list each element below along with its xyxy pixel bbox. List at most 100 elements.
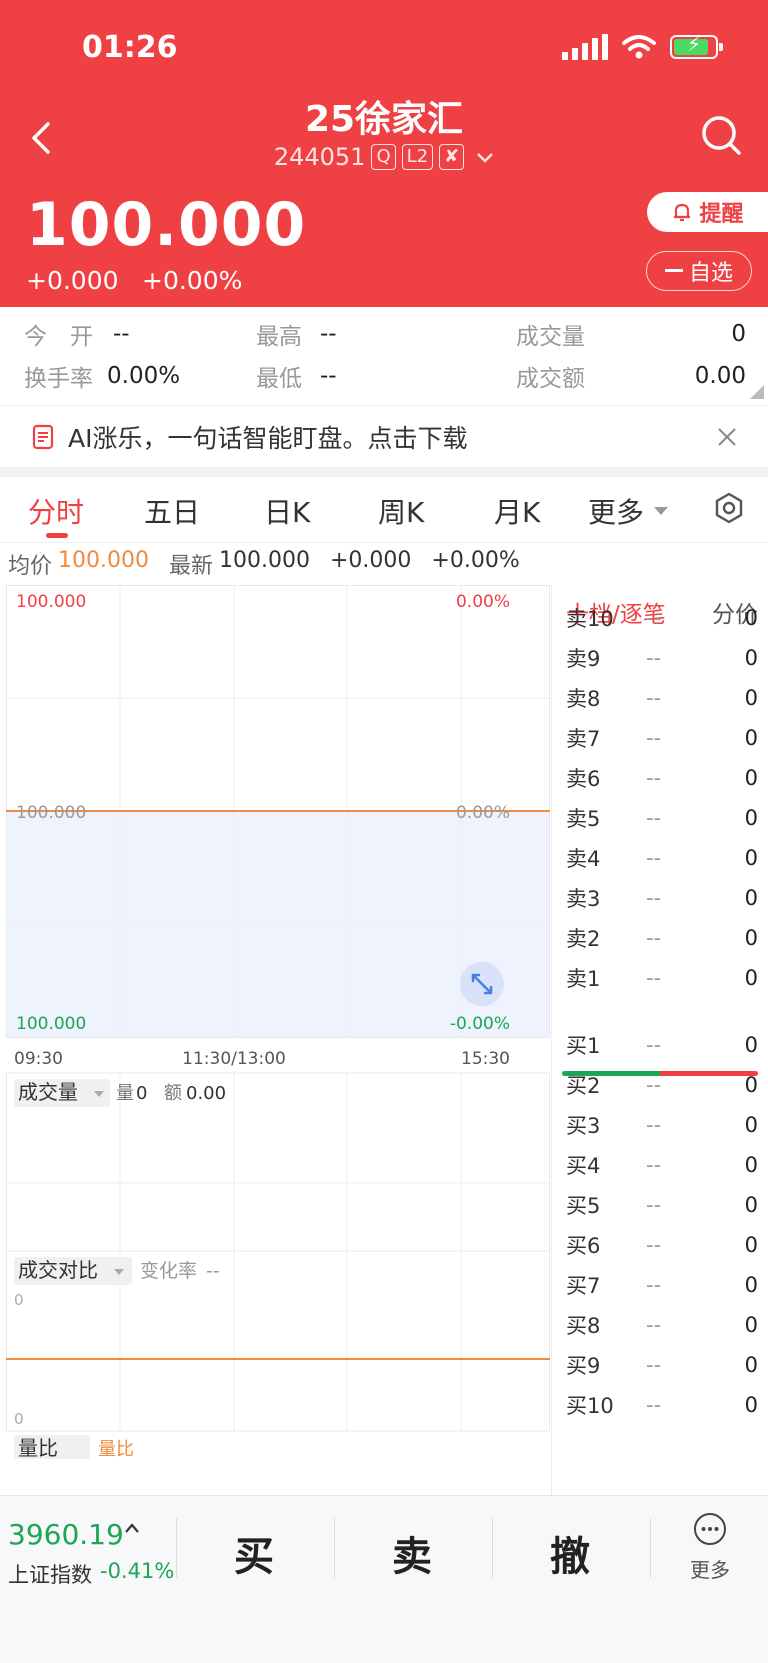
level-volume: 0: [744, 606, 758, 630]
bottom-trade-bar: 3960.19 上证指数 -0.41% 买 卖 撤 更多: [0, 1495, 768, 1663]
sell-row[interactable]: 卖8 -- 0: [566, 683, 758, 713]
buy-row[interactable]: 买5 -- 0: [566, 1190, 758, 1220]
remind-button[interactable]: 提醒: [647, 192, 768, 232]
tab-month-k[interactable]: 月K: [494, 491, 540, 531]
last-label: 最新: [169, 554, 214, 579]
index-name: 上证指数: [8, 1563, 92, 1587]
buy-button[interactable]: 买: [214, 1524, 294, 1582]
tag-l2: L2: [401, 144, 434, 170]
intraday-chart-svg: 100.000 0.00% 100.000 0.00% 100.000 -0.0…: [6, 585, 550, 1460]
level-price: --: [646, 1273, 662, 1297]
buy-row[interactable]: 买8 -- 0: [566, 1310, 758, 1340]
buy-row[interactable]: 买4 -- 0: [566, 1150, 758, 1180]
buy-row[interactable]: 买9 -- 0: [566, 1350, 758, 1380]
ratio-rate-label: 变化率: [140, 1260, 197, 1282]
stats-panel[interactable]: 今 开 -- 最高 -- 成交量 0 换手率 0.00% 最低 -- 成交额 0…: [0, 307, 768, 403]
caret-down-icon: [654, 507, 669, 515]
tab-week-k[interactable]: 周K: [378, 491, 424, 531]
level-price: --: [646, 926, 662, 950]
tab-five-day[interactable]: 五日: [144, 491, 200, 531]
sell-row[interactable]: 卖1 -- 0: [566, 963, 758, 993]
price-change: +0.000: [26, 266, 119, 295]
tab-more[interactable]: 更多: [588, 491, 669, 531]
close-icon[interactable]: [716, 426, 738, 448]
stock-code-row[interactable]: 244051 Q L2 ✘: [0, 143, 768, 171]
price-axis-top: 100.000: [16, 592, 86, 612]
sell-row[interactable]: 卖2 -- 0: [566, 923, 758, 953]
stat-amount: 成交额 0.00: [516, 359, 746, 393]
status-time: 01:26: [82, 30, 178, 65]
level-price: --: [646, 686, 662, 710]
volume-selector-label: 成交量: [18, 1080, 78, 1104]
search-icon[interactable]: [698, 112, 744, 158]
more-button[interactable]: 更多: [672, 1512, 748, 1583]
level-volume: 0: [744, 1193, 758, 1217]
expand-icon[interactable]: [460, 962, 504, 1006]
level-price: --: [646, 886, 662, 910]
current-price: 100.000: [26, 190, 307, 260]
level-label: 买5: [566, 1194, 601, 1218]
last-value: 100.000: [219, 548, 310, 573]
level-price: --: [646, 646, 662, 670]
sell-row[interactable]: 卖6 -- 0: [566, 763, 758, 793]
remind-label: 提醒: [699, 202, 744, 227]
level-label: 买2: [566, 1074, 601, 1098]
gear-icon[interactable]: [712, 491, 746, 525]
sell-button[interactable]: 卖: [372, 1524, 452, 1582]
stat-low: 最低 --: [256, 359, 337, 393]
corner-expand-icon[interactable]: [750, 385, 764, 399]
index-change: -0.41%: [100, 1559, 175, 1583]
sell-row[interactable]: 卖4 -- 0: [566, 843, 758, 873]
level-label: 卖6: [566, 767, 601, 791]
buy-row[interactable]: 买7 -- 0: [566, 1270, 758, 1300]
level-label: 卖5: [566, 807, 601, 831]
sell-row[interactable]: 卖9 -- 0: [566, 643, 758, 673]
level-price: --: [646, 846, 662, 870]
level-price: --: [646, 1233, 662, 1257]
level-volume: 0: [744, 686, 758, 710]
watchlist-button[interactable]: 自选: [646, 251, 752, 291]
divider: [334, 1518, 335, 1578]
level-price: --: [646, 1033, 662, 1057]
level-volume: 0: [744, 1233, 758, 1257]
buy-row[interactable]: 买1 -- 0: [566, 1030, 758, 1060]
chart-tabs: 分时 五日 日K 周K 月K 更多: [0, 477, 768, 543]
time-label-close: 15:30: [461, 1049, 510, 1069]
sell-row[interactable]: 卖3 -- 0: [566, 883, 758, 913]
level-volume: 0: [744, 1073, 758, 1097]
sell-row[interactable]: 卖5 -- 0: [566, 803, 758, 833]
level-price: --: [646, 806, 662, 830]
document-icon: [32, 424, 54, 449]
intraday-chart[interactable]: 100.000 0.00% 100.000 0.00% 100.000 -0.0…: [6, 585, 550, 1495]
tab-intraday[interactable]: 分时: [28, 491, 84, 531]
third-panel-label: 量比: [98, 1439, 134, 1460]
cancel-button[interactable]: 撤: [530, 1524, 610, 1582]
ai-banner[interactable]: AI涨乐，一句话智能盯盘。点击下载: [0, 405, 768, 467]
level-label: 买9: [566, 1354, 601, 1378]
chevron-down-icon[interactable]: [476, 151, 494, 163]
level-volume: 0: [744, 1113, 758, 1137]
tab-active-indicator: [46, 533, 68, 538]
buy-row[interactable]: 买6 -- 0: [566, 1230, 758, 1260]
sell-row[interactable]: 卖7 -- 0: [566, 723, 758, 753]
buy-row[interactable]: 买10 -- 0: [566, 1390, 758, 1420]
buy-row[interactable]: 买3 -- 0: [566, 1110, 758, 1140]
stat-value: 0: [731, 321, 746, 347]
stat-label: 最高: [256, 324, 302, 350]
level-label: 买4: [566, 1154, 601, 1178]
avg-value: 100.000: [58, 548, 149, 573]
sell-row[interactable]: 卖10 -- 0: [566, 603, 758, 633]
price-axis-middle: 100.000: [16, 803, 86, 823]
level-price: --: [646, 1153, 662, 1177]
level-label: 卖7: [566, 727, 601, 751]
level-volume: 0: [744, 1153, 758, 1177]
buy-row[interactable]: 买2 -- 0: [566, 1070, 758, 1100]
level-volume: 0: [744, 766, 758, 790]
stock-code: 244051: [273, 143, 366, 171]
status-icons: ⚡: [562, 34, 723, 60]
time-label-mid: 11:30/13:00: [182, 1049, 286, 1069]
divider: [650, 1518, 651, 1578]
order-book[interactable]: 十档/逐笔 分价 卖10 -- 0 卖9 -- 0 卖8 -- 0 卖7 -- 0 卖6 -- 0 卖5 -- 0…: [551, 585, 768, 1495]
tag-q: Q: [371, 144, 396, 170]
tab-day-k[interactable]: 日K: [264, 491, 310, 531]
